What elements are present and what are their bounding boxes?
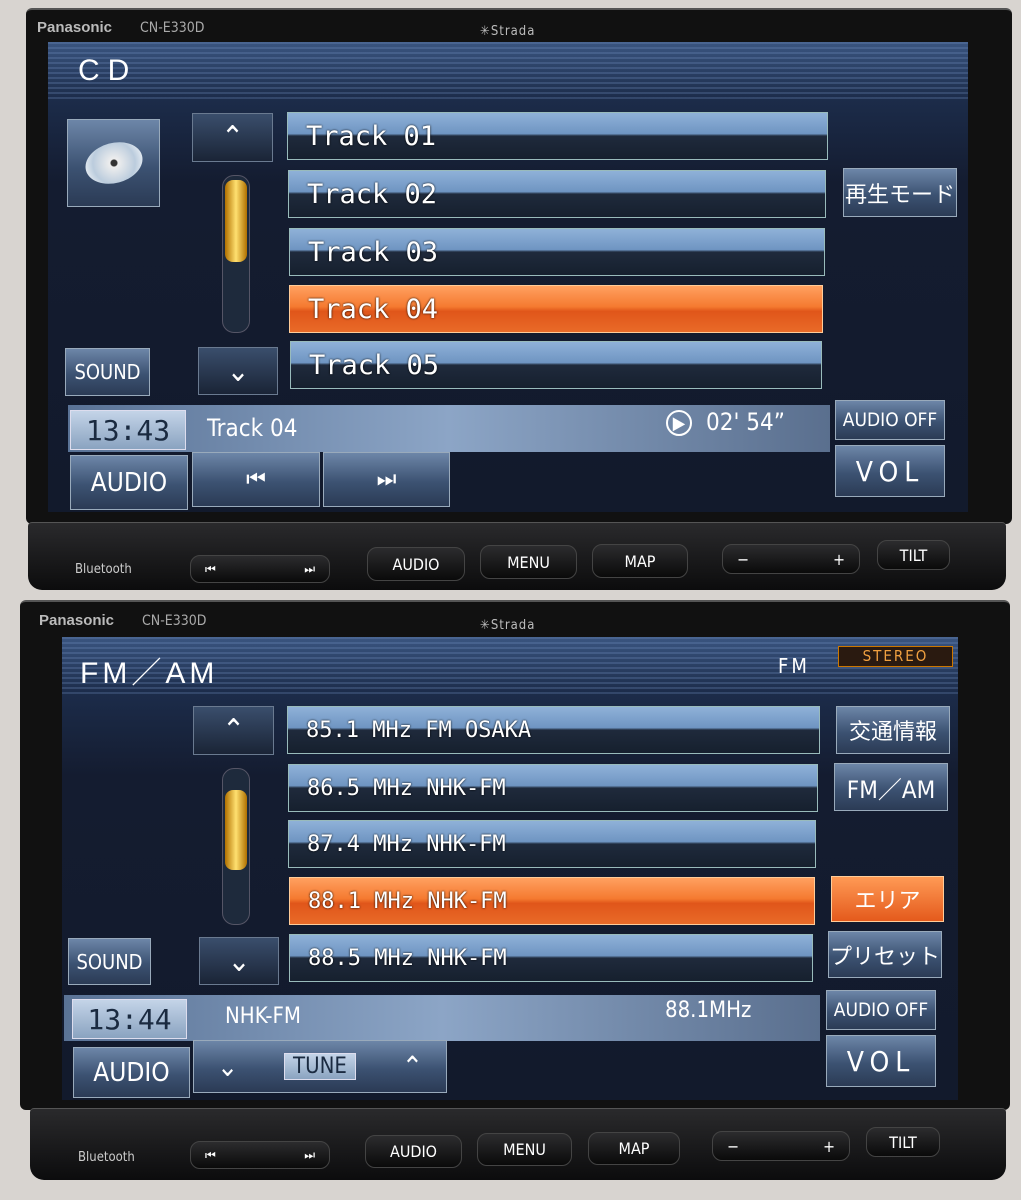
- screen-title: CD: [78, 54, 138, 87]
- audio-off-button[interactable]: AUDIO OFF: [835, 400, 945, 440]
- brand-logo: Panasonic: [37, 19, 113, 36]
- station-label: 86.5 MHz NHK-FM: [307, 775, 506, 801]
- tune-down-button[interactable]: ⌄: [217, 1050, 238, 1083]
- tune-up-button[interactable]: ⌃: [402, 1050, 423, 1083]
- vol-button[interactable]: VOL: [835, 445, 945, 497]
- hw-audio-button[interactable]: AUDIO: [365, 1135, 462, 1168]
- plus-icon: +: [822, 1136, 835, 1156]
- track-label: Track 01: [306, 120, 437, 152]
- station-label: 87.4 MHz NHK-FM: [307, 831, 506, 857]
- now-playing-title: Track 04: [207, 414, 298, 442]
- track-label: Track 05: [309, 349, 440, 381]
- previous-track-button[interactable]: ⏮: [192, 452, 320, 507]
- model-label: CN-E330D: [140, 20, 205, 36]
- track-item[interactable]: Track 02: [288, 170, 826, 218]
- track-label: Track 02: [307, 178, 438, 210]
- hw-skip-rocker[interactable]: ⏮ ⏭: [190, 1141, 330, 1169]
- track-item-selected[interactable]: Track 04: [289, 285, 823, 333]
- disc-icon: [80, 136, 147, 190]
- model-label: CN-E330D: [142, 613, 207, 629]
- minus-icon: −: [737, 549, 750, 569]
- station-label: 88.5 MHz NHK-FM: [308, 945, 507, 971]
- hw-volume-rocker[interactable]: − +: [712, 1131, 850, 1161]
- station-label: 88.1 MHz NHK-FM: [308, 888, 507, 914]
- tune-label: TUNE: [284, 1053, 356, 1080]
- chevron-up-icon: ⌃: [221, 120, 244, 155]
- play-mode-button[interactable]: 再生モード: [843, 168, 957, 217]
- scroll-up-button[interactable]: ⌃: [193, 706, 274, 755]
- scroll-down-button[interactable]: ⌄: [199, 937, 279, 985]
- station-label: 85.1 MHz FM OSAKA: [306, 717, 532, 743]
- hw-tilt-button[interactable]: TILT: [877, 540, 950, 570]
- hw-audio-button[interactable]: AUDIO: [367, 547, 465, 581]
- previous-icon: ⏮: [246, 467, 266, 492]
- station-item[interactable]: 88.5 MHz NHK-FM: [289, 934, 813, 982]
- bluetooth-logo: Bluetooth: [78, 1150, 135, 1165]
- clock: 13:44: [72, 999, 187, 1039]
- track-item[interactable]: Track 03: [289, 228, 825, 276]
- hw-menu-button[interactable]: MENU: [477, 1133, 572, 1166]
- minus-icon: −: [727, 1136, 740, 1156]
- hw-menu-button[interactable]: MENU: [480, 545, 577, 579]
- preset-button[interactable]: プリセット: [828, 931, 942, 978]
- traffic-info-button[interactable]: 交通情報: [836, 706, 950, 754]
- chevron-down-icon: ⌄: [226, 353, 250, 389]
- stereo-badge: STEREO: [838, 646, 953, 667]
- vol-button[interactable]: VOL: [826, 1035, 936, 1087]
- track-item[interactable]: Track 01: [287, 112, 828, 160]
- next-icon: ⏭: [304, 1147, 315, 1162]
- audio-off-button[interactable]: AUDIO OFF: [826, 990, 936, 1030]
- elapsed-time: 02' 54”: [706, 408, 785, 436]
- tune-control: ⌄ TUNE ⌃: [193, 1040, 447, 1093]
- audio-button[interactable]: AUDIO: [73, 1047, 190, 1098]
- series-label: Strada: [490, 24, 536, 39]
- next-icon: ⏭: [304, 561, 315, 576]
- next-track-button[interactable]: ⏭: [323, 452, 450, 507]
- chevron-down-icon: ⌄: [227, 943, 251, 979]
- frequency-readout: 88.1MHz: [665, 998, 752, 1023]
- series-logo: ✳Strada: [480, 618, 536, 633]
- series-logo: ✳Strada: [480, 24, 536, 39]
- clock: 13:43: [70, 410, 186, 450]
- fm-am-button[interactable]: FM／AM: [834, 763, 948, 811]
- track-label: Track 04: [308, 293, 439, 325]
- area-button[interactable]: エリア: [831, 876, 944, 922]
- station-item-selected[interactable]: 88.1 MHz NHK-FM: [289, 877, 815, 925]
- sound-button[interactable]: SOUND: [68, 938, 151, 985]
- hw-volume-rocker[interactable]: − +: [722, 544, 860, 574]
- hw-map-button[interactable]: MAP: [588, 1132, 680, 1165]
- station-name: NHK-FM: [225, 1004, 301, 1029]
- track-label: Track 03: [308, 236, 439, 268]
- station-item[interactable]: 87.4 MHz NHK-FM: [288, 820, 816, 868]
- band-indicator: FM: [778, 654, 810, 678]
- hw-skip-rocker[interactable]: ⏮ ⏭: [190, 555, 330, 583]
- scrollbar-thumb[interactable]: [225, 790, 247, 870]
- chevron-up-icon: ⌃: [222, 713, 245, 748]
- play-icon: ▶: [666, 410, 692, 436]
- hw-tilt-button[interactable]: TILT: [866, 1127, 940, 1157]
- audio-button[interactable]: AUDIO: [70, 455, 188, 510]
- sound-button[interactable]: SOUND: [65, 348, 150, 396]
- scrollbar-thumb[interactable]: [225, 180, 247, 262]
- screen-title: FM／AM: [80, 657, 219, 690]
- prev-icon: ⏮: [205, 1147, 216, 1162]
- cd-source-button[interactable]: [67, 119, 160, 207]
- plus-icon: +: [832, 549, 845, 569]
- series-label: Strada: [490, 618, 536, 633]
- station-item[interactable]: 86.5 MHz NHK-FM: [288, 764, 818, 812]
- bluetooth-logo: Bluetooth: [75, 562, 132, 577]
- next-icon: ⏭: [376, 467, 397, 492]
- hw-map-button[interactable]: MAP: [592, 544, 688, 578]
- brand-logo: Panasonic: [39, 612, 115, 629]
- station-item[interactable]: 85.1 MHz FM OSAKA: [287, 706, 820, 754]
- scroll-up-button[interactable]: ⌃: [192, 113, 273, 162]
- prev-icon: ⏮: [205, 561, 216, 576]
- track-item[interactable]: Track 05: [290, 341, 822, 389]
- scroll-down-button[interactable]: ⌄: [198, 347, 278, 395]
